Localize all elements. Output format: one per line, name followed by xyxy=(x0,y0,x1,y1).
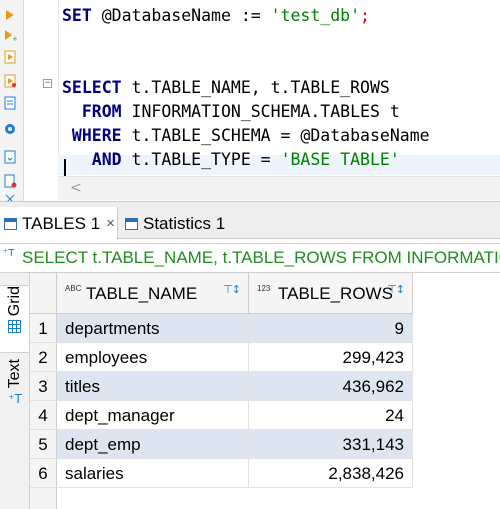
text-tab-label: Text xyxy=(6,359,23,389)
code-line[interactable]: AND t.TABLE_TYPE = 'BASE TABLE' xyxy=(62,148,400,172)
code-token: t.TABLE_TYPE = xyxy=(121,150,281,169)
query-filter-bar[interactable]: ⁺T SELECT t.TABLE_NAME, t.TABLE_ROWS FRO… xyxy=(0,243,500,273)
fold-toggle-icon[interactable]: − xyxy=(43,79,52,88)
text-type-icon: ABC xyxy=(65,284,82,293)
code-token: WHERE xyxy=(62,126,122,145)
gutter-divider xyxy=(58,0,59,175)
file-error-icon[interactable] xyxy=(3,174,17,188)
cell-table-rows[interactable]: 436,962 xyxy=(249,372,413,401)
cell-table-name[interactable]: dept_manager xyxy=(57,401,249,430)
export-icon[interactable] xyxy=(3,150,17,164)
sort-filter-icon[interactable]: ⊤↕ xyxy=(223,283,241,296)
tab-text[interactable]: Text ⁺T xyxy=(0,359,30,419)
code-token: SET xyxy=(62,6,92,25)
code-token: AND xyxy=(62,150,122,169)
code-token: 'BASE TABLE' xyxy=(280,150,400,169)
cell-table-name[interactable]: employees xyxy=(57,343,249,372)
document-icon[interactable] xyxy=(3,96,17,110)
code-token: FROM xyxy=(62,102,122,121)
editor-toolbar: + xyxy=(0,0,24,204)
table-row[interactable]: 5 dept_emp 331,143 xyxy=(30,430,413,459)
query-text[interactable]: SELECT t.TABLE_NAME, t.TABLE_ROWS FROM I… xyxy=(22,248,500,268)
tab-tables-1[interactable]: TABLES 1 × xyxy=(0,207,118,240)
cell-table-rows[interactable]: 2,838,426 xyxy=(249,459,413,488)
code-token: @DatabaseName := xyxy=(91,6,271,25)
tab-grid[interactable]: Grid xyxy=(0,285,30,353)
view-mode-tabs: Grid Text ⁺T xyxy=(0,273,30,509)
cell-table-rows[interactable]: 9 xyxy=(249,314,413,343)
tab-label: TABLES 1 xyxy=(22,213,101,233)
grid-header: ABC TABLE_NAME ⊤↕ 123 TABLE_ROWS ⊤↕ xyxy=(30,273,500,314)
tab-label: Statistics 1 xyxy=(143,213,226,233)
row-number-header[interactable] xyxy=(30,273,57,314)
code-token: ; xyxy=(360,6,370,25)
code-token: t.TABLE_SCHEMA = @DatabaseName xyxy=(121,126,430,145)
code-token: t.TABLE_NAME, t.TABLE_ROWS xyxy=(121,78,390,97)
column-header-table-rows[interactable]: 123 TABLE_ROWS ⊤↕ xyxy=(249,273,413,314)
sql-editor[interactable]: + − SET @DatabaseName := 'test_db'; SELEC… xyxy=(0,0,500,204)
code-line[interactable]: WHERE t.TABLE_SCHEMA = @DatabaseName xyxy=(62,124,430,148)
grid-icon xyxy=(8,320,21,334)
row-number[interactable]: 4 xyxy=(30,401,57,430)
editor-horizontal-scrollbar[interactable]: < xyxy=(58,176,500,200)
row-number[interactable]: 6 xyxy=(30,459,57,488)
cell-table-name[interactable]: departments xyxy=(57,314,249,343)
results-tab-bar: TABLES 1 × Statistics 1 xyxy=(0,201,500,240)
grid-tab-label: Grid xyxy=(5,286,23,317)
filter-icon[interactable]: ⁺T xyxy=(3,248,14,259)
code-line[interactable]: SET @DatabaseName := 'test_db'; xyxy=(62,4,370,28)
tab-statistics-1[interactable]: Statistics 1 xyxy=(121,207,241,240)
cell-table-rows[interactable]: 299,423 xyxy=(249,343,413,372)
results-grid[interactable]: ABC TABLE_NAME ⊤↕ 123 TABLE_ROWS ⊤↕ 1 dep… xyxy=(30,273,500,509)
table-row[interactable]: 1 departments 9 xyxy=(30,314,413,343)
table-row[interactable]: 3 titles 436,962 xyxy=(30,372,413,401)
fold-gutter: − xyxy=(40,0,60,175)
table-row[interactable]: 6 salaries 2,838,426 xyxy=(30,459,413,488)
scroll-left-icon[interactable]: < xyxy=(70,180,82,196)
run-statement-icon[interactable] xyxy=(3,8,17,22)
cell-table-rows[interactable]: 24 xyxy=(249,401,413,430)
row-number[interactable]: 5 xyxy=(30,430,57,459)
code-token: SELECT xyxy=(62,78,122,97)
svg-text:+: + xyxy=(12,35,17,42)
execute-file-icon[interactable] xyxy=(3,50,17,64)
close-icon[interactable]: × xyxy=(106,215,115,232)
column-label: TABLE_NAME xyxy=(86,284,198,303)
cell-table-name[interactable]: dept_emp xyxy=(57,430,249,459)
code-token: INFORMATION_SCHEMA.TABLES t xyxy=(121,102,400,121)
row-number[interactable]: 2 xyxy=(30,343,57,372)
settings-icon[interactable] xyxy=(3,122,17,136)
sort-filter-icon[interactable]: ⊤↕ xyxy=(387,283,405,296)
table-row[interactable]: 2 employees 299,423 xyxy=(30,343,413,372)
text-view-icon: ⁺T xyxy=(8,392,22,407)
code-line[interactable]: FROM INFORMATION_SCHEMA.TABLES t xyxy=(62,100,400,124)
cell-table-rows[interactable]: 331,143 xyxy=(249,430,413,459)
number-type-icon: 123 xyxy=(257,284,271,293)
row-number[interactable]: 3 xyxy=(30,372,57,401)
cell-table-name[interactable]: titles xyxy=(57,372,249,401)
row-number[interactable]: 1 xyxy=(30,314,57,343)
column-label: TABLE_ROWS xyxy=(278,284,393,303)
code-line[interactable]: SELECT t.TABLE_NAME, t.TABLE_ROWS xyxy=(62,76,390,100)
run-script-icon[interactable]: + xyxy=(3,28,17,42)
cell-table-name[interactable]: salaries xyxy=(57,459,249,488)
table-row[interactable]: 4 dept_manager 24 xyxy=(30,401,413,430)
code-token: 'test_db' xyxy=(270,6,361,25)
table-icon xyxy=(4,217,17,230)
column-header-table-name[interactable]: ABC TABLE_NAME ⊤↕ xyxy=(57,273,249,314)
explain-plan-icon[interactable] xyxy=(3,74,17,88)
table-icon xyxy=(125,217,138,230)
